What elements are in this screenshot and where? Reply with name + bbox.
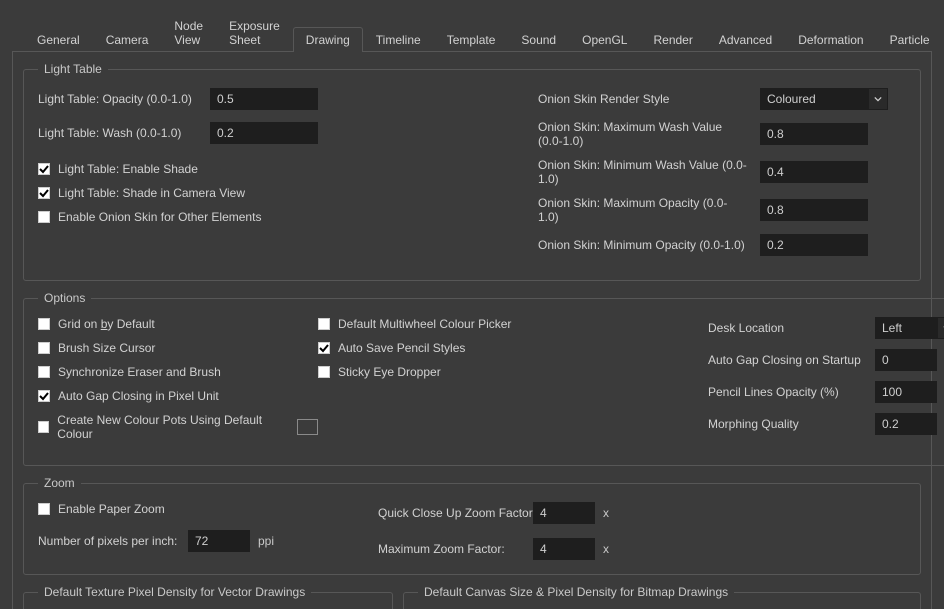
new-pots-label: Create New Colour Pots Using Default Col… [57, 413, 283, 441]
auto-gap-pixel-checkbox[interactable]: Auto Gap Closing in Pixel Unit [38, 389, 318, 403]
onion-min-opacity-label: Onion Skin: Minimum Opacity (0.0-1.0) [538, 238, 748, 252]
chevron-down-icon[interactable] [868, 88, 888, 110]
ppi-unit: ppi [258, 534, 274, 548]
zoom-group: Zoom Enable Paper Zoom Number of pixels … [23, 476, 921, 575]
autosave-pencil-label: Auto Save Pencil Styles [338, 341, 465, 355]
chevron-down-icon[interactable] [937, 317, 944, 339]
onion-render-style-select[interactable]: Coloured [760, 88, 868, 110]
light-table-group: Light Table Light Table: Opacity (0.0-1.… [23, 62, 921, 281]
onion-max-opacity-label: Onion Skin: Maximum Opacity (0.0-1.0) [538, 196, 748, 224]
tab-particle[interactable]: Particle [877, 27, 943, 52]
sticky-eye-checkbox[interactable]: Sticky Eye Dropper [318, 365, 628, 379]
onion-max-wash-input[interactable] [760, 123, 868, 145]
tab-camera[interactable]: Camera [93, 27, 162, 52]
lt-shade-cam-checkbox[interactable]: Light Table: Shade in Camera View [38, 186, 538, 200]
checkbox-icon [318, 318, 330, 330]
pencil-opacity-input[interactable] [875, 381, 937, 403]
checkbox-icon [38, 366, 50, 378]
checkbox-icon [38, 503, 50, 515]
lt-wash-label: Light Table: Wash (0.0-1.0) [38, 126, 196, 140]
tab-deformation[interactable]: Deformation [785, 27, 876, 52]
options-group: Options Grid on by Default Brush Size Cu… [23, 291, 944, 466]
max-zoom-input[interactable] [533, 538, 595, 560]
onion-render-style-label: Onion Skin Render Style [538, 92, 748, 106]
desk-location-value: Left [882, 321, 902, 335]
grid-default-label: Grid on by Default [58, 317, 155, 331]
bitmap-defaults-legend: Default Canvas Size & Pixel Density for … [418, 585, 734, 599]
tab-bar: General Camera Node View Exposure Sheet … [12, 12, 932, 51]
morph-quality-input[interactable] [875, 413, 937, 435]
sticky-eye-label: Sticky Eye Dropper [338, 365, 441, 379]
tab-exposure-sheet[interactable]: Exposure Sheet [216, 13, 293, 52]
onion-min-opacity-input[interactable] [760, 234, 868, 256]
checkbox-icon [38, 211, 50, 223]
lt-wash-input[interactable] [210, 122, 318, 144]
quick-zoom-input[interactable] [533, 502, 595, 524]
enable-paper-zoom-label: Enable Paper Zoom [58, 502, 165, 516]
desk-location-label: Desk Location [708, 321, 865, 335]
tab-render[interactable]: Render [640, 27, 705, 52]
vector-density-legend: Default Texture Pixel Density for Vector… [38, 585, 311, 599]
ppi-input[interactable] [188, 530, 250, 552]
onion-max-wash-label: Onion Skin: Maximum Wash Value (0.0-1.0) [538, 120, 748, 148]
checkbox-icon [38, 342, 50, 354]
options-legend: Options [38, 291, 91, 305]
grid-default-checkbox[interactable]: Grid on by Default [38, 317, 318, 331]
lt-opacity-input[interactable] [210, 88, 318, 110]
max-zoom-label: Maximum Zoom Factor: [378, 542, 533, 556]
multiwheel-label: Default Multiwheel Colour Picker [338, 317, 511, 331]
tab-timeline[interactable]: Timeline [363, 27, 434, 52]
lt-opacity-label: Light Table: Opacity (0.0-1.0) [38, 92, 196, 106]
checkbox-icon [38, 390, 50, 402]
pencil-opacity-label: Pencil Lines Opacity (%) [708, 385, 865, 399]
onion-min-wash-input[interactable] [760, 161, 868, 183]
quick-zoom-label: Quick Close Up Zoom Factor [378, 506, 533, 520]
default-colour-swatch[interactable] [297, 419, 318, 435]
lt-enable-onion-other-label: Enable Onion Skin for Other Elements [58, 210, 261, 224]
onion-min-wash-label: Onion Skin: Minimum Wash Value (0.0-1.0) [538, 158, 748, 186]
lt-shade-cam-label: Light Table: Shade in Camera View [58, 186, 245, 200]
sync-eraser-checkbox[interactable]: Synchronize Eraser and Brush [38, 365, 318, 379]
auto-gap-startup-input[interactable] [875, 349, 937, 371]
new-pots-checkbox[interactable]: Create New Colour Pots Using Default Col… [38, 413, 318, 441]
tab-template[interactable]: Template [434, 27, 509, 52]
tab-opengl[interactable]: OpenGL [569, 27, 640, 52]
auto-gap-pixel-label: Auto Gap Closing in Pixel Unit [58, 389, 219, 403]
tab-sound[interactable]: Sound [508, 27, 569, 52]
quick-zoom-unit: x [603, 506, 609, 520]
tab-node-view[interactable]: Node View [161, 13, 216, 52]
onion-max-opacity-input[interactable] [760, 199, 868, 221]
checkbox-icon [38, 421, 49, 433]
morph-quality-label: Morphing Quality [708, 417, 865, 431]
checkbox-icon [38, 163, 50, 175]
enable-paper-zoom-checkbox[interactable]: Enable Paper Zoom [38, 502, 378, 516]
brush-cursor-checkbox[interactable]: Brush Size Cursor [38, 341, 318, 355]
checkbox-icon [318, 342, 330, 354]
autosave-pencil-checkbox[interactable]: Auto Save Pencil Styles [318, 341, 628, 355]
drawing-panel: Light Table Light Table: Opacity (0.0-1.… [12, 51, 932, 609]
tab-advanced[interactable]: Advanced [706, 27, 785, 52]
checkbox-icon [38, 318, 50, 330]
checkbox-icon [38, 187, 50, 199]
ppi-label: Number of pixels per inch: [38, 534, 188, 548]
vector-density-group: Default Texture Pixel Density for Vector… [23, 585, 393, 609]
auto-gap-startup-label: Auto Gap Closing on Startup [708, 353, 865, 367]
desk-location-select[interactable]: Left [875, 317, 937, 339]
sync-eraser-label: Synchronize Eraser and Brush [58, 365, 221, 379]
tab-general[interactable]: General [24, 27, 93, 52]
zoom-legend: Zoom [38, 476, 81, 490]
max-zoom-unit: x [603, 542, 609, 556]
tab-drawing[interactable]: Drawing [293, 27, 363, 52]
onion-render-style-value: Coloured [767, 92, 816, 106]
light-table-legend: Light Table [38, 62, 108, 76]
multiwheel-checkbox[interactable]: Default Multiwheel Colour Picker [318, 317, 628, 331]
lt-enable-onion-other-checkbox[interactable]: Enable Onion Skin for Other Elements [38, 210, 538, 224]
lt-enable-shade-label: Light Table: Enable Shade [58, 162, 198, 176]
brush-cursor-label: Brush Size Cursor [58, 341, 155, 355]
bitmap-defaults-group: Default Canvas Size & Pixel Density for … [403, 585, 921, 609]
checkbox-icon [318, 366, 330, 378]
lt-enable-shade-checkbox[interactable]: Light Table: Enable Shade [38, 162, 538, 176]
